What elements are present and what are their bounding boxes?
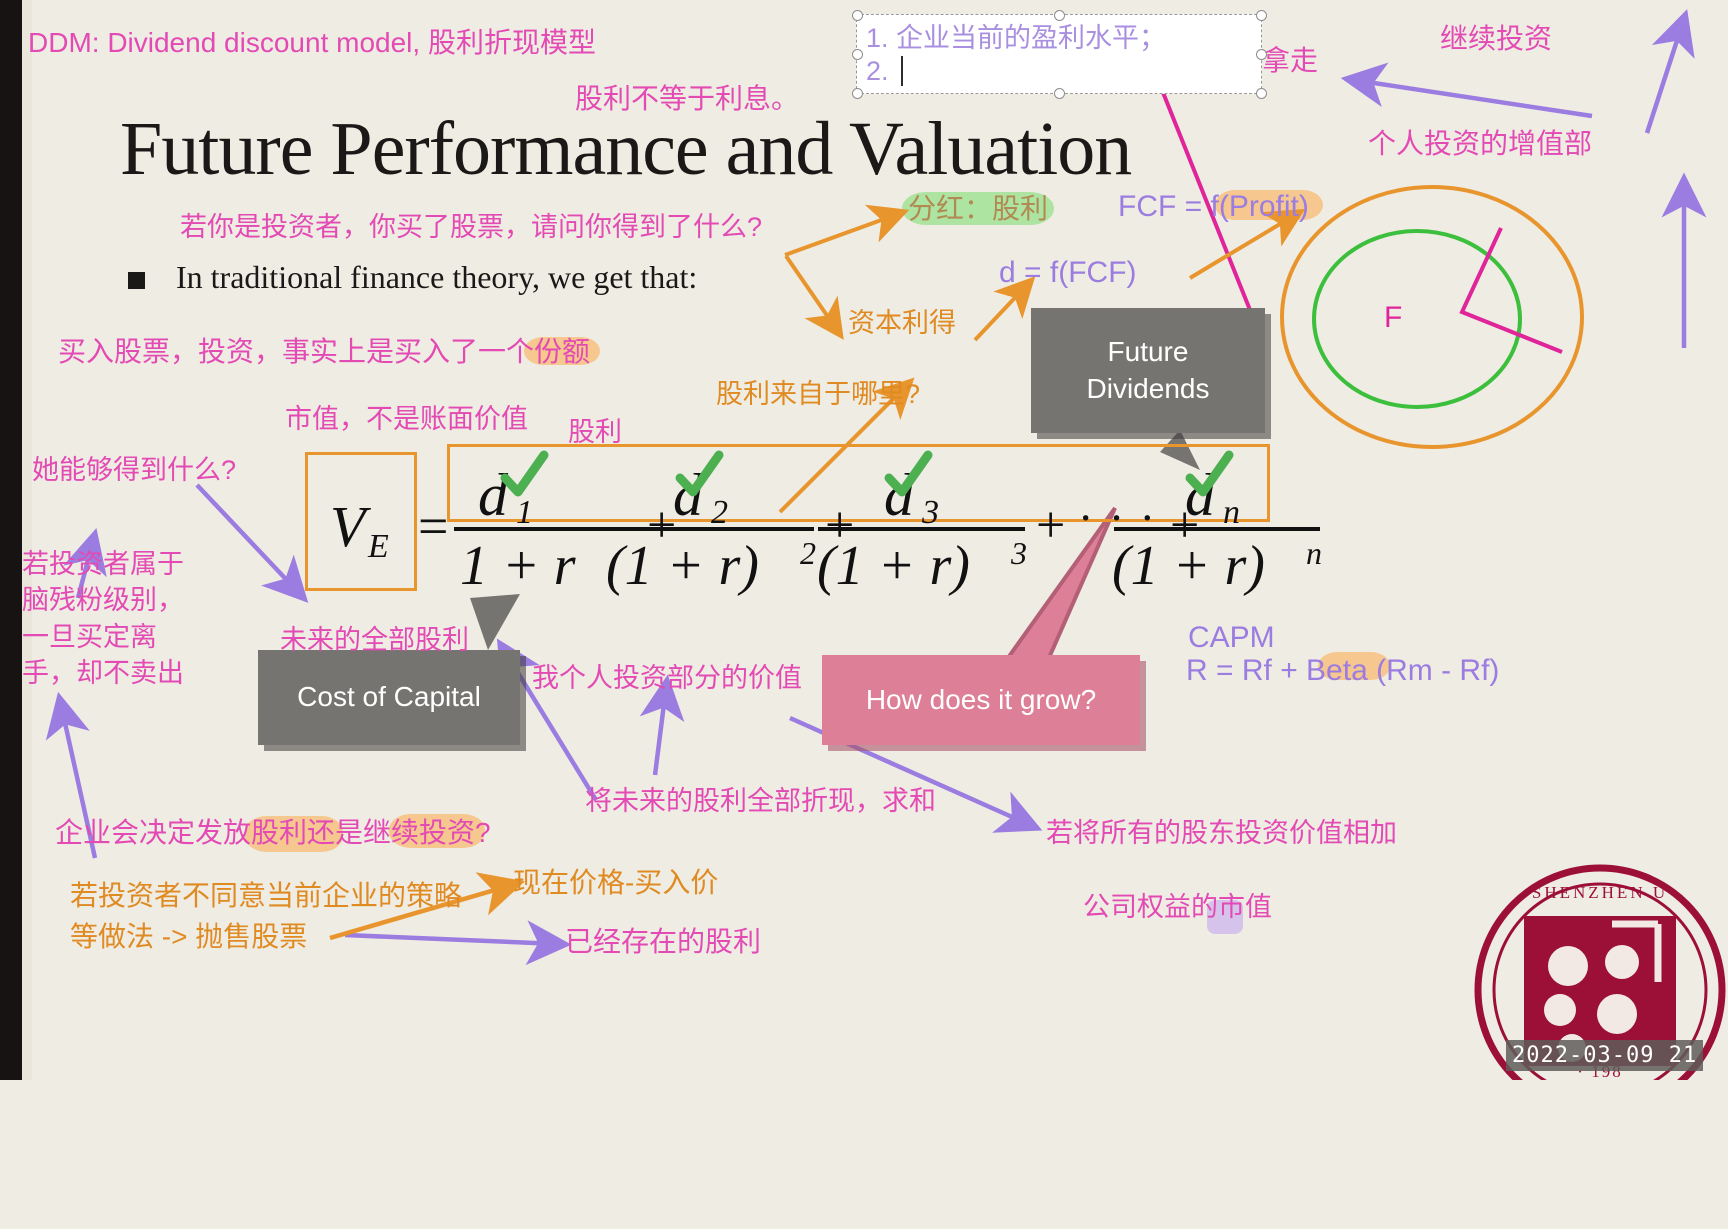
annotation-ddm: DDM: Dividend discount model, 股利折现模型 <box>28 27 596 58</box>
annotation-price-minus-cost: 现在价格-买入价 <box>513 867 719 898</box>
annotation-where-dividend: 股利来自于哪里? <box>716 379 921 409</box>
annotation-dividend-not-interest: 股利不等于利息。 <box>575 83 800 114</box>
annotation-personal-value-add: 个人投资的增值部 <box>1368 128 1593 159</box>
textbox-handle-tr[interactable] <box>1256 10 1267 21</box>
term1-num: d <box>478 462 508 528</box>
annotation-dividend-label: 股利 <box>568 417 622 447</box>
formula-lhs-sub: E <box>368 528 389 565</box>
edit-textbox-line1: 1. 企业当前的盈利水平； <box>866 23 1167 53</box>
annotation-capital-gain: 资本利得 <box>848 308 956 338</box>
textbox-handle-mr[interactable] <box>1256 49 1267 60</box>
edit-textbox-line2: 2. <box>866 56 889 86</box>
textbox-handle-tl[interactable] <box>852 10 863 21</box>
annotation-take-away: 拿走 <box>1262 45 1319 76</box>
timestamp: 2022-03-09 21 <box>1506 1040 1704 1071</box>
term3-den: (1 + r) <box>817 535 970 597</box>
callout-cost-of-capital[interactable]: Cost of Capital <box>258 650 520 745</box>
callout-how-does-it-grow-label: How does it grow? <box>865 683 1097 715</box>
annotation-existing-dividend: 已经存在的股利 <box>565 926 762 957</box>
callout-how-does-it-grow[interactable]: How does it grow? <box>822 655 1140 745</box>
termn-num: d <box>1185 462 1215 528</box>
page-title: Future Performance and Valuation <box>120 107 1132 191</box>
term2-den-sup: 2 <box>800 535 816 571</box>
termn-bar <box>1114 527 1320 531</box>
body-line: In traditional finance theory, we get th… <box>176 259 698 295</box>
plus-3: + <box>1036 497 1066 554</box>
term1-den: 1 + r <box>460 535 576 597</box>
callout-cost-of-capital-label: Cost of Capital <box>297 681 481 713</box>
annotation-capm-label: CAPM <box>1188 621 1275 654</box>
annotation-company-equity-value: 公司权益的市值 <box>1083 892 1272 922</box>
term2-bar <box>607 527 814 531</box>
annotation-fenhong: 分红：股利 <box>908 193 1049 224</box>
term2-num: d <box>673 462 703 528</box>
textbox-handle-bc[interactable] <box>1054 88 1065 99</box>
left-inner-edge <box>22 0 32 1080</box>
textbox-handle-br[interactable] <box>1256 88 1267 99</box>
annotation-capm-formula: R = Rf + Beta (Rm - Rf) <box>1186 654 1500 687</box>
annotation-what-can-she-get: 她能够得到什么? <box>32 455 237 485</box>
textbox-handle-tc[interactable] <box>1054 10 1065 21</box>
annotation-disagree: 若投资者不同意当前企业的策略 等做法 -> 抛售股票 <box>70 880 463 952</box>
callout-future-dividends[interactable]: Future Dividends <box>1031 308 1265 433</box>
formula-lhs: V <box>330 494 366 559</box>
annotation-my-personal-value: 我个人投资部分的价值 <box>532 663 802 693</box>
textbox-handle-bl[interactable] <box>852 88 863 99</box>
textbox-handle-ml[interactable] <box>852 49 863 60</box>
annotation-fcf-profit: FCF = f(Profit) <box>1118 190 1309 223</box>
term3-den-sup: 3 <box>1011 535 1027 571</box>
term3-num: d <box>884 462 914 528</box>
annotation-discount-all: 将未来的股利全部折现，求和 <box>585 786 936 816</box>
termn-den: (1 + r) <box>1112 535 1265 597</box>
circle-label-f: F <box>1384 301 1403 334</box>
annotation-investor-question: 若你是投资者，你买了股票，请问你得到了什么? <box>180 212 763 242</box>
annotation-market-value: 市值，不是账面价值 <box>285 404 528 434</box>
annotation-d-fcf: d = f(FCF) <box>999 256 1137 289</box>
annotation-buy-stock: 买入股票，投资，事实上是买入了一个份额 <box>58 336 591 367</box>
annotation-fan-block: 若投资者属于 脑残粉级别， 一旦买定离 手，却不卖出 <box>22 549 184 689</box>
annotation-sum-shareholders: 若将所有的股东投资价值相加 <box>1046 818 1397 848</box>
text-caret <box>901 56 903 86</box>
callout-future-dividends-label: Future Dividends <box>1086 336 1210 404</box>
term3-bar <box>818 527 1025 531</box>
termn-den-sup: n <box>1306 535 1322 571</box>
annotation-future-all-dividends: 未来的全部股利 <box>280 625 469 655</box>
left-dark-edge <box>0 0 22 1080</box>
bullet-square <box>128 272 145 289</box>
annotation-continue-invest: 继续投资 <box>1440 23 1553 54</box>
annotation-firm-decides: 企业会决定发放股利还是继续投资? <box>55 817 491 848</box>
formula-equals: = <box>418 496 449 556</box>
term2-den: (1 + r) <box>606 535 759 597</box>
logo-text-top: SHENZHEN U <box>1532 883 1668 902</box>
